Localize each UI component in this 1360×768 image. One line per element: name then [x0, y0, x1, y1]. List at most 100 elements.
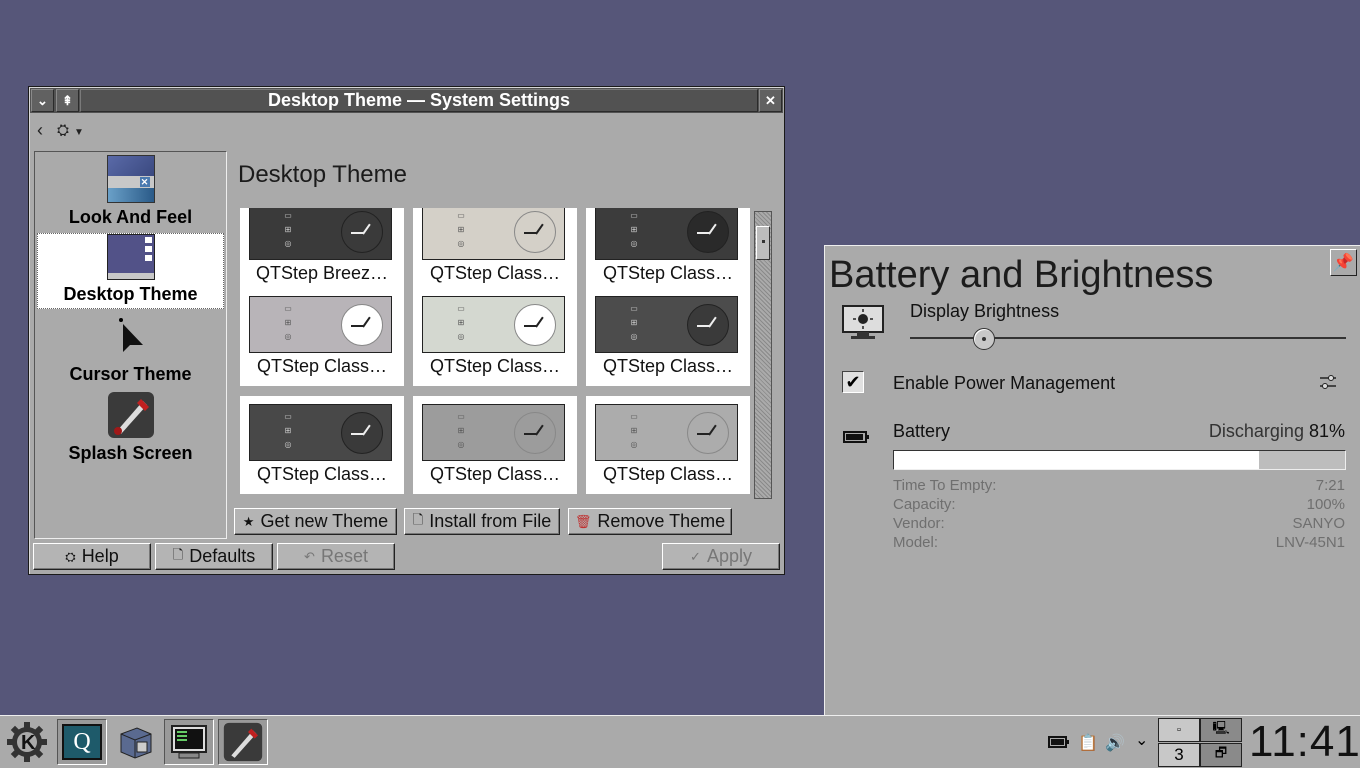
clock-icon — [687, 412, 729, 454]
remove-theme-button[interactable]: 🗑 Remove Theme — [568, 508, 732, 535]
brightness-label: Display Brightness — [910, 301, 1060, 321]
tray-expand-chevron-icon[interactable]: ⌄ — [1135, 730, 1148, 750]
sidebar-item-cursor-theme[interactable]: Cursor Theme — [37, 312, 224, 388]
theme-tile[interactable]: ▭ ⊞ ◎ QTStep Class… — [240, 288, 404, 386]
pager-desktop-4[interactable]: 🗗 — [1200, 743, 1242, 767]
theme-preview: ▭ ⊞ ◎ — [422, 296, 565, 353]
install-from-file-button[interactable]: 🗋 Install from File — [404, 508, 560, 535]
terminal-thumb-icon: 🖳 — [1212, 720, 1230, 735]
theme-preview: ▭ ⊞ ◎ — [595, 208, 738, 260]
brush-icon — [223, 722, 263, 762]
theme-tile[interactable]: ▭ ⊞ ◎ QTStep Class… — [413, 208, 577, 293]
settings-window: ⌄ ⇞ Desktop Theme — System Settings ✕ ‹ … — [28, 86, 785, 575]
panel-title: Battery and Brightness — [829, 254, 1214, 296]
tray-battery-icon[interactable] — [1048, 735, 1070, 749]
trash-icon: 🗑 — [574, 513, 592, 529]
display-brightness-icon — [841, 304, 885, 342]
detail-value: SANYO — [1292, 515, 1345, 532]
double-chevron-up-icon: ⇞ — [62, 93, 73, 108]
button-label: Apply — [706, 546, 752, 566]
theme-tile[interactable]: ▭ ⊞ ◎ QTStep Class… — [413, 396, 577, 494]
theme-tile[interactable]: ▭ ⊞ ◎ QTStep Class… — [586, 288, 750, 386]
clock-icon — [341, 304, 383, 346]
file-icon: 🗋 — [412, 511, 424, 527]
battery-progress-bar — [893, 450, 1346, 470]
theme-preview: ▭ ⊞ ◎ — [422, 404, 565, 461]
theme-label: QTStep Class… — [256, 356, 388, 376]
theme-preview: ▭ ⊞ ◎ — [422, 208, 565, 260]
button-label: Remove Theme — [597, 511, 726, 531]
power-management-checkbox[interactable]: ✔ — [842, 371, 864, 393]
tray-clipboard-icon[interactable]: 📋 — [1078, 733, 1098, 753]
reset-button[interactable]: ↶ Reset — [277, 543, 395, 570]
pin-button[interactable]: 📌 — [1330, 249, 1357, 276]
theme-tile[interactable]: ▭ ⊞ ◎ QTStep Class… — [240, 396, 404, 494]
theme-tile[interactable]: ▭ ⊞ ◎ QTStep Class… — [586, 208, 750, 293]
kde-launcher-button[interactable]: K — [2, 719, 52, 765]
theme-tile[interactable]: ▭ ⊞ ◎ QTStep Breez… — [240, 208, 404, 293]
kde-gear-icon: K — [7, 722, 47, 762]
back-icon[interactable]: ‹ — [37, 120, 43, 141]
terminal-icon — [171, 725, 207, 759]
theme-grid-scrollbar[interactable] — [754, 211, 772, 499]
clock-icon — [687, 211, 729, 253]
taskbar: K Q 📋 🔊 ⌄ ▫ 🖳 3 🗗 11:41 — [0, 715, 1360, 768]
configure-sliders-icon[interactable] — [1318, 372, 1338, 392]
help-lifebuoy-menu[interactable]: ⛭ ▼ — [57, 122, 84, 139]
button-label: Get new Theme — [260, 511, 389, 531]
theme-label: QTStep Class… — [429, 464, 561, 484]
chevron-down-icon: ⌄ — [37, 93, 48, 108]
battery-label: Battery — [893, 421, 951, 441]
help-button[interactable]: ⛭ Help — [33, 543, 151, 570]
theme-label: QTStep Class… — [602, 356, 734, 376]
check-icon: ✓ — [690, 548, 701, 564]
close-button[interactable]: ✕ — [759, 89, 782, 112]
pager-desktop-1[interactable]: ▫ — [1158, 718, 1200, 742]
task-splash-settings[interactable] — [218, 719, 268, 765]
power-management-label: Enable Power Management — [893, 373, 1116, 393]
detail-value: 7:21 — [1315, 477, 1345, 494]
task-terminal[interactable] — [164, 719, 214, 765]
cursor-arrow-icon — [107, 312, 155, 360]
splash-brush-icon — [107, 391, 155, 439]
theme-grid: ▭ ⊞ ◎ QTStep Breez… ▭ ⊞ ◎ QTStep Class… ▭ ⊞ ◎ QTSte… — [238, 208, 758, 498]
defaults-button[interactable]: 🗋 Defaults — [155, 543, 273, 570]
brightness-slider-handle[interactable] — [973, 328, 996, 350]
detail-key: Model: — [893, 534, 939, 551]
sidebar-item-label: Look And Feel — [68, 207, 193, 227]
window-menu-button[interactable]: ⌄ — [31, 89, 54, 112]
theme-tile[interactable]: ▭ ⊞ ◎ QTStep Class… — [586, 396, 750, 494]
detail-key: Time To Empty: — [893, 477, 997, 494]
defaults-icon: 🗋 — [172, 546, 184, 562]
get-new-theme-button[interactable]: ★ Get new Theme — [234, 508, 397, 535]
sidebar-item-look-and-feel[interactable]: ✕ Look And Feel — [37, 155, 224, 231]
window-thumb-icon: ▫ — [1177, 724, 1181, 736]
digital-clock[interactable]: 11:41 — [1249, 717, 1360, 767]
lifebuoy-icon: ⛭ — [65, 548, 76, 564]
desktop-theme-icon — [106, 234, 155, 280]
close-icon: ✕ — [765, 93, 776, 108]
apply-button[interactable]: ✓ Apply — [662, 543, 780, 570]
sidebar-item-splash-screen[interactable]: Splash Screen — [37, 391, 224, 467]
look-and-feel-icon: ✕ — [106, 155, 155, 203]
window-thumb-icon: 🗗 — [1214, 745, 1228, 760]
window-shade-button[interactable]: ⇞ — [56, 89, 79, 112]
tray-volume-icon[interactable]: 🔊 — [1105, 733, 1125, 753]
title-bar[interactable]: ⌄ ⇞ Desktop Theme — System Settings ✕ — [30, 88, 783, 113]
page-title: Desktop Theme — [238, 161, 407, 188]
theme-label: QTStep Class… — [429, 356, 561, 376]
sidebar-item-desktop-theme[interactable]: Desktop Theme — [37, 233, 224, 309]
percent-text: 81% — [1308, 421, 1345, 441]
theme-tile[interactable]: ▭ ⊞ ◎ QTStep Class… — [413, 288, 577, 386]
button-label: Help — [81, 546, 119, 566]
pager-desktop-2[interactable]: 🖳 — [1200, 718, 1242, 742]
pager-desktop-3[interactable]: 3 — [1158, 743, 1200, 767]
clock-icon — [687, 304, 729, 346]
task-qtcreator[interactable]: Q — [57, 719, 107, 765]
pin-icon: 📌 — [1332, 252, 1355, 272]
task-package-manager[interactable] — [110, 719, 160, 765]
star-icon: ★ — [242, 513, 255, 529]
clock-icon — [341, 211, 383, 253]
scrollbar-thumb[interactable] — [756, 226, 770, 260]
detail-value: 100% — [1306, 496, 1345, 513]
